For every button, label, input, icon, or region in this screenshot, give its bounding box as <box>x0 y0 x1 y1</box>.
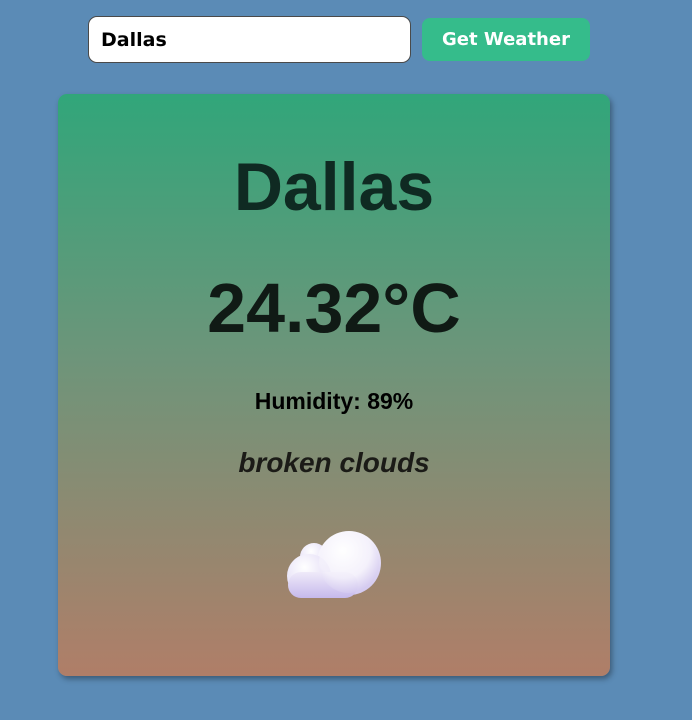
get-weather-button[interactable]: Get Weather <box>422 18 590 61</box>
cloud-icon <box>287 531 381 598</box>
city-name: Dallas <box>233 149 435 225</box>
search-bar: Get Weather <box>88 16 592 64</box>
weather-card: Dallas 24.32°C Humidity: 89% broken clou… <box>58 94 610 676</box>
humidity: Humidity: 89% <box>254 388 414 414</box>
weather-description: broken clouds <box>238 447 430 478</box>
temperature: 24.32°C <box>207 269 461 347</box>
city-input[interactable] <box>88 16 411 63</box>
